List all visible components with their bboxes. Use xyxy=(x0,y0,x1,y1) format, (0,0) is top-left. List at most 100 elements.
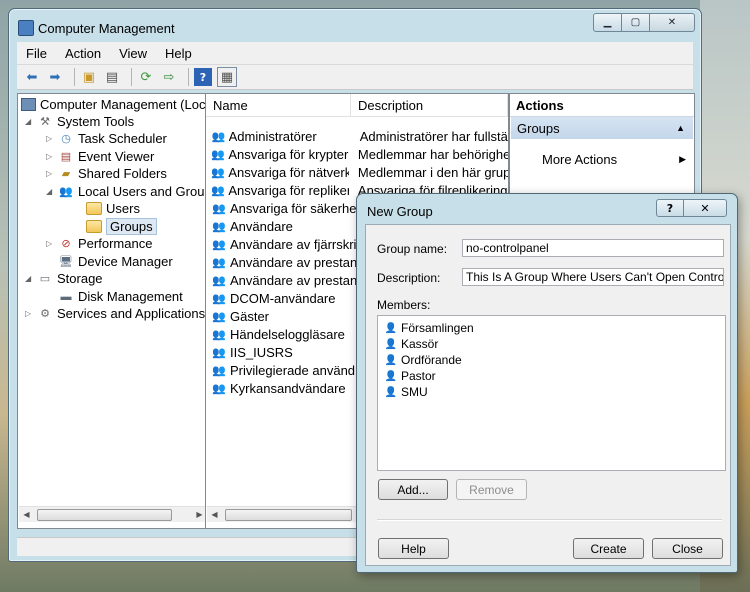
tree-item-label: Shared Folders xyxy=(78,166,167,181)
more-actions-item[interactable]: More Actions ▶ xyxy=(542,150,686,168)
maximize-button[interactable]: ▢ xyxy=(621,13,650,32)
export-list-icon[interactable]: ⇨ xyxy=(160,68,178,86)
tree-item-disk-management[interactable]: ▬ Disk Management xyxy=(58,288,183,305)
actions-group-groups[interactable]: Groups ▲ xyxy=(511,117,693,139)
members-list[interactable]: 👤 Församlingen 👤 Kassör 👤 Ordförande 👤 P… xyxy=(377,315,726,471)
scrollbar-thumb[interactable] xyxy=(37,509,172,521)
group-icon: 👥 xyxy=(212,292,226,305)
group-name: Ansvariga för säkerhet... xyxy=(230,200,364,216)
up-folder-icon[interactable]: ▣ xyxy=(80,68,98,86)
member-item[interactable]: 👤 Ordförande xyxy=(384,352,462,368)
tree-item-label: Disk Management xyxy=(78,289,183,304)
tree-item-label: Computer Management (Local xyxy=(40,97,216,112)
computer-icon xyxy=(21,98,36,111)
collapse-arrow-icon[interactable]: ◢ xyxy=(46,187,55,196)
tree-item-services-apps[interactable]: ▷ ⚙ Services and Applications xyxy=(25,305,205,322)
toolbar-separator xyxy=(131,68,132,86)
forward-arrow-icon[interactable]: ➡ xyxy=(46,68,64,86)
tree-item-task-scheduler[interactable]: ▷ ◷ Task Scheduler xyxy=(46,130,167,147)
menu-help[interactable]: Help xyxy=(156,46,201,61)
member-name: SMU xyxy=(401,385,428,399)
tree-item-system-tools[interactable]: ◢ ⚒ System Tools xyxy=(25,113,134,130)
minimize-button[interactable]: ▁ xyxy=(593,13,622,32)
dialog-help-button[interactable]: ? xyxy=(656,199,684,217)
users-icon: 👥 xyxy=(59,186,73,198)
group-icon: 👥 xyxy=(212,382,226,395)
member-item[interactable]: 👤 Kassör xyxy=(384,336,439,352)
column-header-name[interactable]: Name xyxy=(206,94,352,116)
storage-icon: ▭ xyxy=(39,273,51,285)
device-manager-icon: 🖥 xyxy=(59,256,73,268)
collapse-up-icon[interactable]: ▲ xyxy=(676,123,685,133)
member-item[interactable]: 👤 Församlingen xyxy=(384,320,474,336)
properties-icon[interactable]: ▦ xyxy=(217,67,237,87)
expand-arrow-icon[interactable]: ▷ xyxy=(25,309,34,318)
show-hide-tree-icon[interactable]: ▤ xyxy=(103,68,121,86)
tree-item-label: Task Scheduler xyxy=(78,131,167,146)
tree-item-performance[interactable]: ▷ ⊘ Performance xyxy=(46,235,152,252)
tree-item-event-viewer[interactable]: ▷ ▤ Event Viewer xyxy=(46,148,154,165)
group-icon: 👥 xyxy=(211,148,226,161)
close-button[interactable]: Close xyxy=(652,538,723,559)
user-icon: 👤 xyxy=(384,354,398,366)
group-name: Användare av prestan... xyxy=(230,254,364,270)
group-icon: 👥 xyxy=(212,274,226,287)
tree-item-shared-folders[interactable]: ▷ ▰ Shared Folders xyxy=(46,165,167,182)
tree-item-label: Services and Applications xyxy=(57,306,206,321)
column-header-description[interactable]: Description xyxy=(351,94,508,116)
group-icon: 👥 xyxy=(211,184,226,197)
tools-icon: ⚒ xyxy=(40,116,50,128)
group-name-input[interactable]: no-controlpanel xyxy=(462,239,724,257)
tree-item-label: Local Users and Groups xyxy=(78,184,219,199)
horizontal-scrollbar[interactable]: ◀ ▶ xyxy=(19,506,207,522)
remove-member-button[interactable]: Remove xyxy=(456,479,527,500)
group-row[interactable]: 👥Ansvariga för nätverks... Medlemmar i de… xyxy=(206,163,508,181)
scroll-left-arrow-icon[interactable]: ◀ xyxy=(207,507,222,522)
description-input[interactable]: This Is A Group Where Users Can't Open C… xyxy=(462,268,724,286)
title-bar[interactable]: Computer Management ▁ ▢ ✕ xyxy=(9,9,701,41)
dialog-title: New Group xyxy=(367,204,433,219)
tree-item-local-users-groups[interactable]: ◢ 👥 Local Users and Groups xyxy=(46,183,218,200)
expand-arrow-icon[interactable]: ▷ xyxy=(46,134,55,143)
tree-item-device-manager[interactable]: 🖥 Device Manager xyxy=(58,253,173,270)
collapse-arrow-icon[interactable]: ◢ xyxy=(25,117,34,126)
member-item[interactable]: 👤 Pastor xyxy=(384,368,436,384)
window-title: Computer Management xyxy=(38,21,175,36)
actions-header: Actions xyxy=(510,94,694,117)
help-icon[interactable]: ? xyxy=(194,68,212,86)
disk-icon: ▬ xyxy=(60,290,72,303)
more-actions-label: More Actions xyxy=(542,151,618,167)
group-row[interactable]: 👥 Administratörer Administratörer har full… xyxy=(206,127,508,145)
dialog-close-button[interactable]: ✕ xyxy=(683,199,727,217)
folder-icon xyxy=(86,202,102,215)
menu-bar: File Action View Help xyxy=(17,42,693,65)
scrollbar-thumb[interactable] xyxy=(225,509,352,521)
caption-buttons: ▁ ▢ ✕ xyxy=(593,13,695,32)
menu-file[interactable]: File xyxy=(17,46,56,61)
menu-view[interactable]: View xyxy=(110,46,156,61)
tree-item-users[interactable]: Users xyxy=(86,200,140,217)
expand-arrow-icon[interactable]: ▷ xyxy=(46,169,55,178)
member-name: Församlingen xyxy=(401,321,474,335)
group-name: Användare xyxy=(230,218,293,234)
tree-item-computer-management[interactable]: Computer Management (Local xyxy=(21,96,216,113)
help-button[interactable]: Help xyxy=(378,538,449,559)
collapse-arrow-icon[interactable]: ◢ xyxy=(25,274,34,283)
back-arrow-icon[interactable]: ⬅ xyxy=(23,68,41,86)
scroll-left-arrow-icon[interactable]: ◀ xyxy=(19,507,34,522)
member-name: Pastor xyxy=(401,369,436,383)
create-button[interactable]: Create xyxy=(573,538,644,559)
tree-item-storage[interactable]: ◢ ▭ Storage xyxy=(25,270,103,287)
group-row[interactable]: 👥 Ansvariga för krypteri... Medlemmar har … xyxy=(206,145,508,163)
tree-item-groups[interactable]: Groups xyxy=(86,218,157,235)
refresh-icon[interactable]: ⟳ xyxy=(137,68,155,86)
expand-arrow-icon[interactable]: ▷ xyxy=(46,239,55,248)
expand-arrow-icon[interactable]: ▷ xyxy=(46,152,55,161)
member-item[interactable]: 👤 SMU xyxy=(384,384,428,400)
menu-action[interactable]: Action xyxy=(56,46,110,61)
close-window-button[interactable]: ✕ xyxy=(649,13,695,32)
group-icon: 👥 xyxy=(211,130,226,143)
group-icon: 👥 xyxy=(212,238,226,251)
add-member-button[interactable]: Add... xyxy=(378,479,448,500)
folder-icon xyxy=(86,220,102,233)
